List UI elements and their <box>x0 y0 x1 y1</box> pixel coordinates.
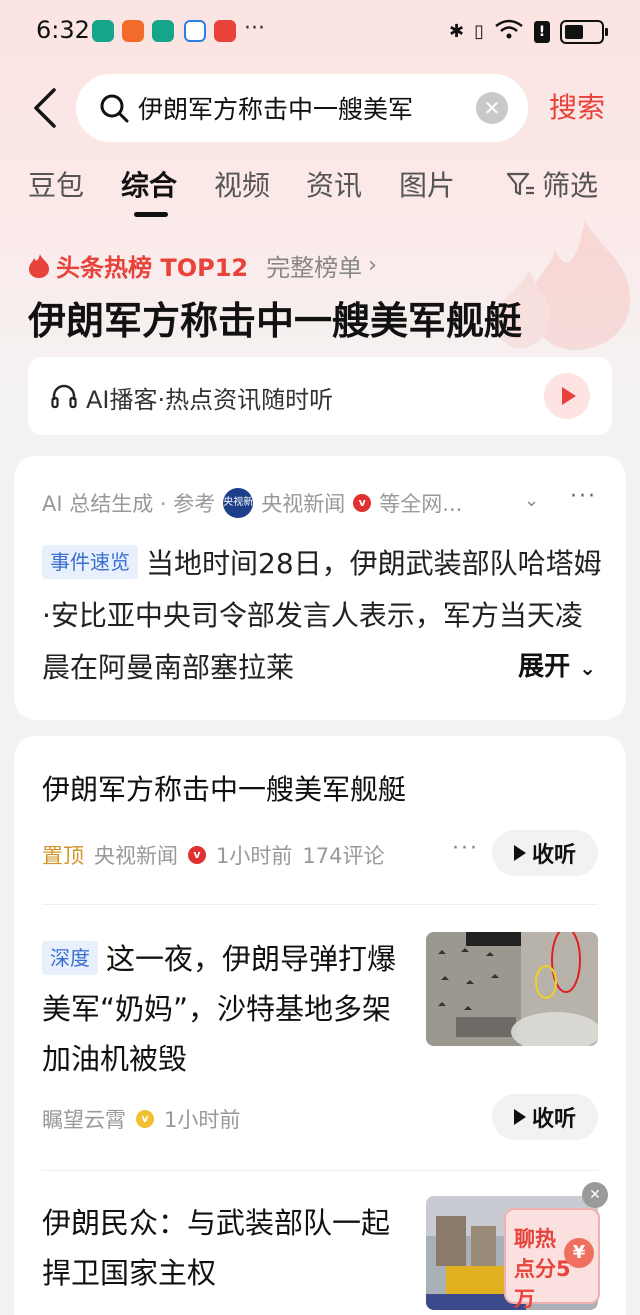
search-box[interactable]: ✕ <box>76 74 528 142</box>
news-time: 1小时前 <box>164 1108 241 1132</box>
filter-label: 筛选 <box>542 169 599 202</box>
yuan-icon: ¥ <box>564 1238 594 1268</box>
chevron-down-icon: ⌄ <box>579 656 596 680</box>
play-icon[interactable] <box>544 373 590 419</box>
promo-text: 聊热点分5万 <box>514 1227 571 1311</box>
filter-icon <box>506 172 534 196</box>
tab-doubao[interactable]: 豆包 <box>28 164 84 204</box>
back-arrow-icon[interactable] <box>28 86 64 130</box>
ai-source-name[interactable]: 央视新闻 <box>261 488 345 518</box>
hot-list-header[interactable]: 头条热榜 TOP12 完整榜单 › <box>28 248 377 283</box>
verified-icon: v <box>188 846 206 864</box>
more-options-icon[interactable]: ··· <box>452 836 479 861</box>
tab-video[interactable]: 视频 <box>214 164 270 204</box>
headphones-icon <box>51 384 77 409</box>
search-input[interactable] <box>138 88 468 128</box>
more-notifications-icon: ··· <box>244 16 265 41</box>
pinned-badge: 置顶 <box>42 844 84 868</box>
news-title[interactable]: 伊朗民众：与武装部队一起捍卫国家主权 <box>42 1198 402 1298</box>
news-meta: 置顶 央视新闻 v 1小时前 174评论 <box>42 840 384 870</box>
listen-label: 收听 <box>531 1107 576 1132</box>
chevron-down-icon[interactable]: ⌄ <box>524 490 539 511</box>
ai-source-suffix: 等全网... <box>379 492 463 516</box>
cctv-logo-icon: 央视新闻 <box>223 488 263 518</box>
chevron-right-icon: › <box>368 253 377 278</box>
filter-button[interactable]: 筛选 <box>506 164 598 204</box>
news-time: 1小时前 <box>216 844 293 868</box>
expand-button[interactable]: 展开 ⌄ <box>478 646 596 683</box>
ai-summary-source: AI 总结生成 · 参考 央视新闻 央视新闻 v 等全网... <box>42 488 462 518</box>
divider <box>42 1170 598 1171</box>
listen-button[interactable]: 收听 <box>492 1094 598 1140</box>
ai-summary-card: AI 总结生成 · 参考 央视新闻 央视新闻 v 等全网... ⌄ ··· 事件… <box>14 456 626 720</box>
tab-images[interactable]: 图片 <box>399 164 455 204</box>
status-bar: 6:32 ··· ✱ ▯ ! <box>0 0 640 64</box>
app-notification-icon <box>122 20 144 42</box>
event-tag: 事件速览 <box>42 545 138 579</box>
news-list-card: 伊朗军方称击中一艘美军舰艇 置顶 央视新闻 v 1小时前 174评论 ··· 收… <box>14 736 626 1315</box>
more-options-icon[interactable]: ··· <box>570 484 597 509</box>
app-notification-icon <box>92 20 114 42</box>
active-tab-indicator <box>134 212 168 217</box>
depth-tag: 深度 <box>42 941 98 975</box>
hot-topic-title[interactable]: 伊朗军方称击中一艘美军舰艇 <box>28 290 522 345</box>
alert-icon: ! <box>534 20 550 43</box>
tab-news[interactable]: 资讯 <box>306 164 362 204</box>
expand-label: 展开 <box>518 652 571 682</box>
ai-podcast-bar[interactable]: AI播客·热点资讯随时听 <box>28 357 612 435</box>
podcast-label: AI播客·热点资讯随时听 <box>86 386 334 414</box>
full-list-link[interactable]: 完整榜单 <box>266 248 362 283</box>
news-title[interactable]: 伊朗军方称击中一艘美军舰艇 <box>42 766 406 814</box>
news-source[interactable]: 央视新闻 <box>94 840 178 870</box>
divider <box>42 904 598 905</box>
close-icon[interactable]: ✕ <box>582 1182 608 1208</box>
play-icon <box>513 845 526 861</box>
clear-search-icon[interactable]: ✕ <box>476 92 508 124</box>
promo-badge[interactable]: 聊热点分5万 ¥ <box>504 1208 600 1311</box>
wifi-icon <box>494 18 524 45</box>
fire-icon <box>29 253 49 278</box>
verified-icon: v <box>136 1110 154 1128</box>
search-button[interactable]: 搜索 <box>549 86 605 126</box>
news-title[interactable]: 深度 这一夜，伊朗导弹打爆美军“奶妈”，沙特基地多架加油机被毁 <box>42 934 412 1084</box>
app-notification-icon <box>184 20 206 42</box>
verified-icon: v <box>353 494 372 512</box>
search-icon <box>100 94 129 123</box>
status-time: 6:32 <box>36 16 90 44</box>
news-source[interactable]: 瞩望云霄 <box>42 1104 126 1134</box>
tab-comprehensive[interactable]: 综合 <box>121 164 177 204</box>
status-icons: ✱ ▯ ! <box>449 18 608 45</box>
ai-source-prefix: AI 总结生成 · 参考 <box>42 492 216 516</box>
vibrate-icon: ▯ <box>474 21 484 42</box>
bluetooth-icon: ✱ <box>449 21 465 42</box>
play-icon <box>513 1109 526 1125</box>
toutiao-app-icon <box>214 20 236 42</box>
listen-label: 收听 <box>531 843 576 868</box>
battery-icon <box>560 19 608 44</box>
listen-button[interactable]: 收听 <box>492 830 598 876</box>
news-meta: 瞩望云霄 v 1小时前 <box>42 1104 240 1134</box>
news-comments: 174评论 <box>302 844 385 868</box>
hot-list-label: 头条热榜 TOP12 <box>56 254 249 282</box>
app-notification-icon <box>152 20 174 42</box>
news-thumbnail[interactable] <box>426 932 598 1046</box>
